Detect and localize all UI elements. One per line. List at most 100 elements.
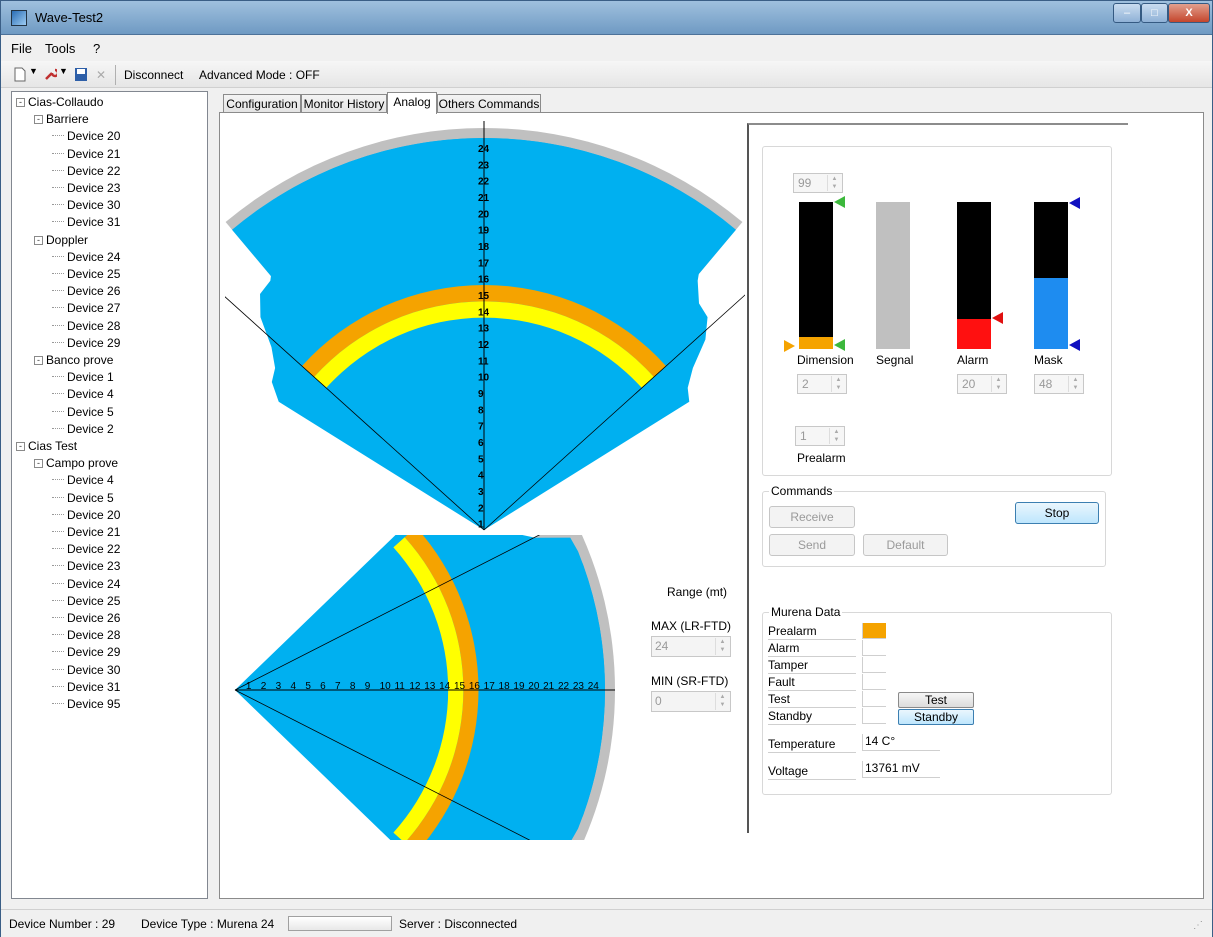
top-level-spinner[interactable]: ▲ ▼ [827,175,841,191]
save-icon[interactable] [74,67,88,82]
tree-item[interactable]: Device 24 [52,576,120,593]
alarm-fill [957,319,991,349]
prealarm-indicator [862,623,886,639]
standby-button[interactable]: Standby [898,709,974,725]
tab-analog[interactable]: Analog [387,92,437,114]
mask-max-marker-icon[interactable] [1068,196,1082,210]
tree-expander-icon[interactable]: - [34,459,43,469]
tree-item[interactable]: Device 30 [52,662,120,679]
dimension-min-marker-icon[interactable] [833,338,847,352]
device-type: Device Type : Murena 24 [141,917,275,931]
tree-item[interactable]: Device 20 [52,128,120,145]
tree-item[interactable]: - Banco prove [34,352,113,369]
stop-button[interactable]: Stop [1015,502,1099,524]
wrench-icon[interactable] [43,67,57,82]
mask-spin[interactable]: 48 ▲ ▼ [1034,374,1084,394]
tree-item[interactable]: Device 26 [52,283,120,300]
tools-dropdown-icon[interactable]: ▼ [59,66,68,76]
new-dropdown-icon[interactable]: ▼ [29,66,38,76]
send-button[interactable]: Send [769,534,855,556]
side-tick-label: 8 [350,681,356,692]
top-level-spin[interactable]: 99 ▲ ▼ [793,173,843,193]
minimize-button[interactable]: – [1113,3,1141,23]
tree-item[interactable]: - Barriere [34,111,89,128]
prealarm-spin[interactable]: 1 ▲ ▼ [795,426,845,446]
tree-item[interactable]: Device 1 [52,369,114,386]
alarm-spinner[interactable]: ▲ ▼ [991,376,1005,392]
receive-button[interactable]: Receive [769,506,855,528]
top-tick-label: 15 [478,291,490,302]
prealarm-spinner[interactable]: ▲ ▼ [829,428,843,444]
new-file-icon[interactable] [13,67,27,82]
dimension-spinner[interactable]: ▲ ▼ [831,376,845,392]
tree-item[interactable]: Device 29 [52,644,120,661]
tree-item[interactable]: Device 31 [52,214,120,231]
menu-help[interactable]: ? [93,41,100,56]
tree-item[interactable]: Device 20 [52,507,120,524]
tree-item-label: Cias Test [28,439,78,453]
tree-expander-icon[interactable]: - [34,356,43,365]
delete-icon[interactable]: ✕ [96,68,106,82]
tree-item[interactable]: - Cias Test [16,438,77,455]
maximize-button[interactable]: □ [1141,3,1168,23]
alarm-marker-icon[interactable] [991,311,1005,325]
tree-item[interactable]: Device 31 [52,679,120,696]
tree-item[interactable]: Device 25 [52,266,120,283]
max-range-input[interactable]: 24 ▲ ▼ [651,636,731,657]
test-button[interactable]: Test [898,692,974,708]
tree-item[interactable]: Device 30 [52,197,120,214]
tree-item[interactable]: Device 5 [52,490,114,507]
resize-grip-icon[interactable]: ⋰ [1193,920,1203,931]
tree-item[interactable]: - Cias-Collaudo [16,94,103,111]
tree-expander-icon[interactable]: - [16,442,25,451]
tree-item[interactable]: Device 26 [52,610,120,627]
side-tick-label: 7 [335,681,341,692]
min-range-spinner[interactable]: ▲ ▼ [715,693,729,710]
default-button[interactable]: Default [863,534,948,556]
tree-item[interactable]: Device 23 [52,180,120,197]
tab-monitor-history[interactable]: Monitor History [301,94,387,114]
prealarm-marker-icon[interactable] [783,339,797,353]
tree-item[interactable]: Device 28 [52,627,120,644]
tree-item[interactable]: - Campo prove [34,455,118,472]
tree-expander-icon[interactable]: - [34,235,43,245]
mask-min-marker-icon[interactable] [1068,338,1082,352]
max-range-spinner[interactable]: ▲ ▼ [715,638,729,655]
tree-item[interactable]: - Doppler [34,232,88,249]
tree-item[interactable]: Device 95 [52,696,120,713]
tree-expander-icon[interactable]: - [16,98,25,107]
tree-item[interactable]: Device 28 [52,318,120,335]
tree-item[interactable]: Device 21 [52,146,120,163]
tree-item[interactable]: Device 25 [52,593,120,610]
temperature-value: 14 C° [862,734,940,751]
tree-item[interactable]: Device 21 [52,524,120,541]
tree-expander-icon[interactable]: - [34,115,43,125]
tree-connector [52,255,64,257]
tree-item[interactable]: Device 22 [52,163,120,180]
advanced-mode-label[interactable]: Advanced Mode : OFF [199,68,320,82]
alarm-spin[interactable]: 20 ▲ ▼ [957,374,1007,394]
title-bar[interactable]: Wave-Test2 – □ X [1,1,1212,35]
tree-item[interactable]: Device 29 [52,335,120,352]
tree-item[interactable]: Device 27 [52,300,120,317]
tab-configuration[interactable]: Configuration [223,94,301,114]
tree-item[interactable]: Device 2 [52,421,114,438]
close-button[interactable]: X [1168,3,1210,23]
tree-connector [52,599,64,601]
tree-item[interactable]: Device 24 [52,249,120,266]
tree-item[interactable]: Device 4 [52,472,114,489]
device-tree[interactable]: - Cias-Collaudo - Barriere Device 20 Device 2… [11,91,208,899]
tree-item[interactable]: Device 23 [52,558,120,575]
tree-item[interactable]: Device 5 [52,404,114,421]
dimension-spin[interactable]: 2 ▲ ▼ [797,374,847,394]
menu-file[interactable]: File [11,41,32,56]
tree-item[interactable]: Device 4 [52,386,114,403]
disconnect-button[interactable]: Disconnect [124,68,183,82]
mask-spinner[interactable]: ▲ ▼ [1068,376,1082,392]
min-range-input[interactable]: 0 ▲ ▼ [651,691,731,712]
tree-item[interactable]: Device 22 [52,541,120,558]
menu-tools[interactable]: Tools [45,41,75,56]
voltage-label: Voltage [768,763,856,780]
dimension-max-marker-icon[interactable] [833,195,847,209]
tab-others-commands[interactable]: Others Commands [437,94,541,114]
